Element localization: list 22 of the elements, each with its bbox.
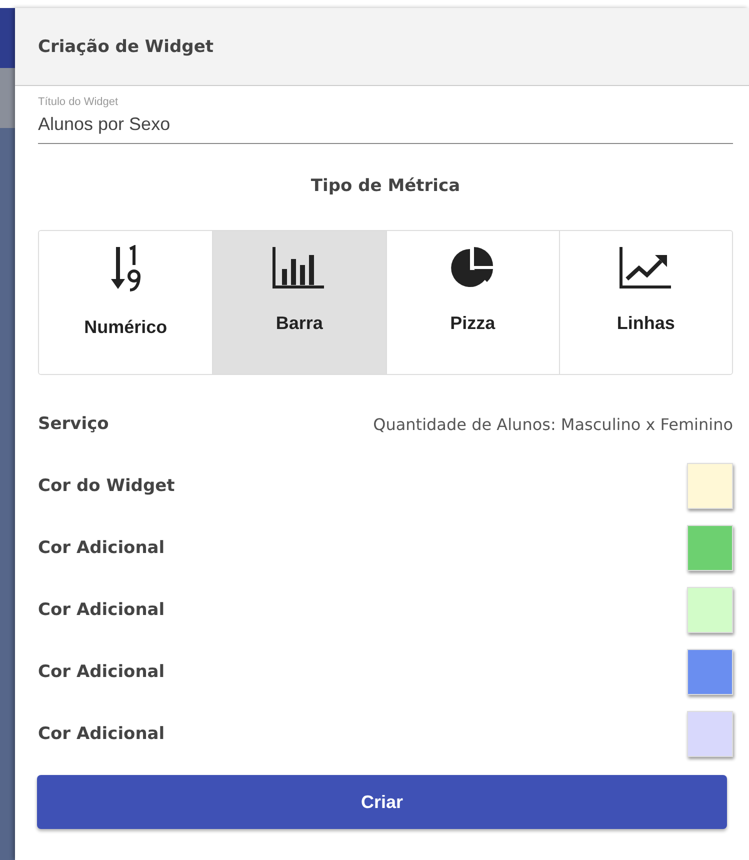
color-swatch[interactable] bbox=[687, 525, 733, 571]
color-swatch[interactable] bbox=[687, 587, 733, 633]
color-label: Cor Adicional bbox=[38, 538, 165, 558]
sort-numeric-icon bbox=[110, 245, 142, 293]
color-label: Cor Adicional bbox=[38, 662, 165, 682]
field-label: Título do Widget bbox=[38, 96, 120, 108]
service-value: Quantidade de Alunos: Masculino x Feminino bbox=[373, 414, 733, 434]
line-chart-icon bbox=[618, 245, 673, 289]
section-heading: Tipo de Métrica bbox=[310, 176, 462, 196]
color-swatch[interactable] bbox=[687, 463, 733, 509]
metric-type-option[interactable]: Barra bbox=[212, 231, 386, 374]
bar-chart-icon bbox=[272, 245, 326, 289]
dialog-title: Criação de Widget bbox=[38, 36, 214, 56]
color-swatch[interactable] bbox=[687, 711, 733, 757]
color-label: Cor do Widget bbox=[38, 476, 175, 496]
service-label: Serviço bbox=[38, 414, 109, 434]
pie-chart-icon bbox=[450, 245, 495, 289]
color-label: Cor Adicional bbox=[38, 600, 165, 620]
metric-type-option[interactable]: Linhas bbox=[558, 231, 732, 374]
create-button[interactable]: Criar bbox=[37, 775, 727, 829]
color-swatch[interactable] bbox=[687, 649, 733, 695]
color-label: Cor Adicional bbox=[38, 724, 165, 744]
